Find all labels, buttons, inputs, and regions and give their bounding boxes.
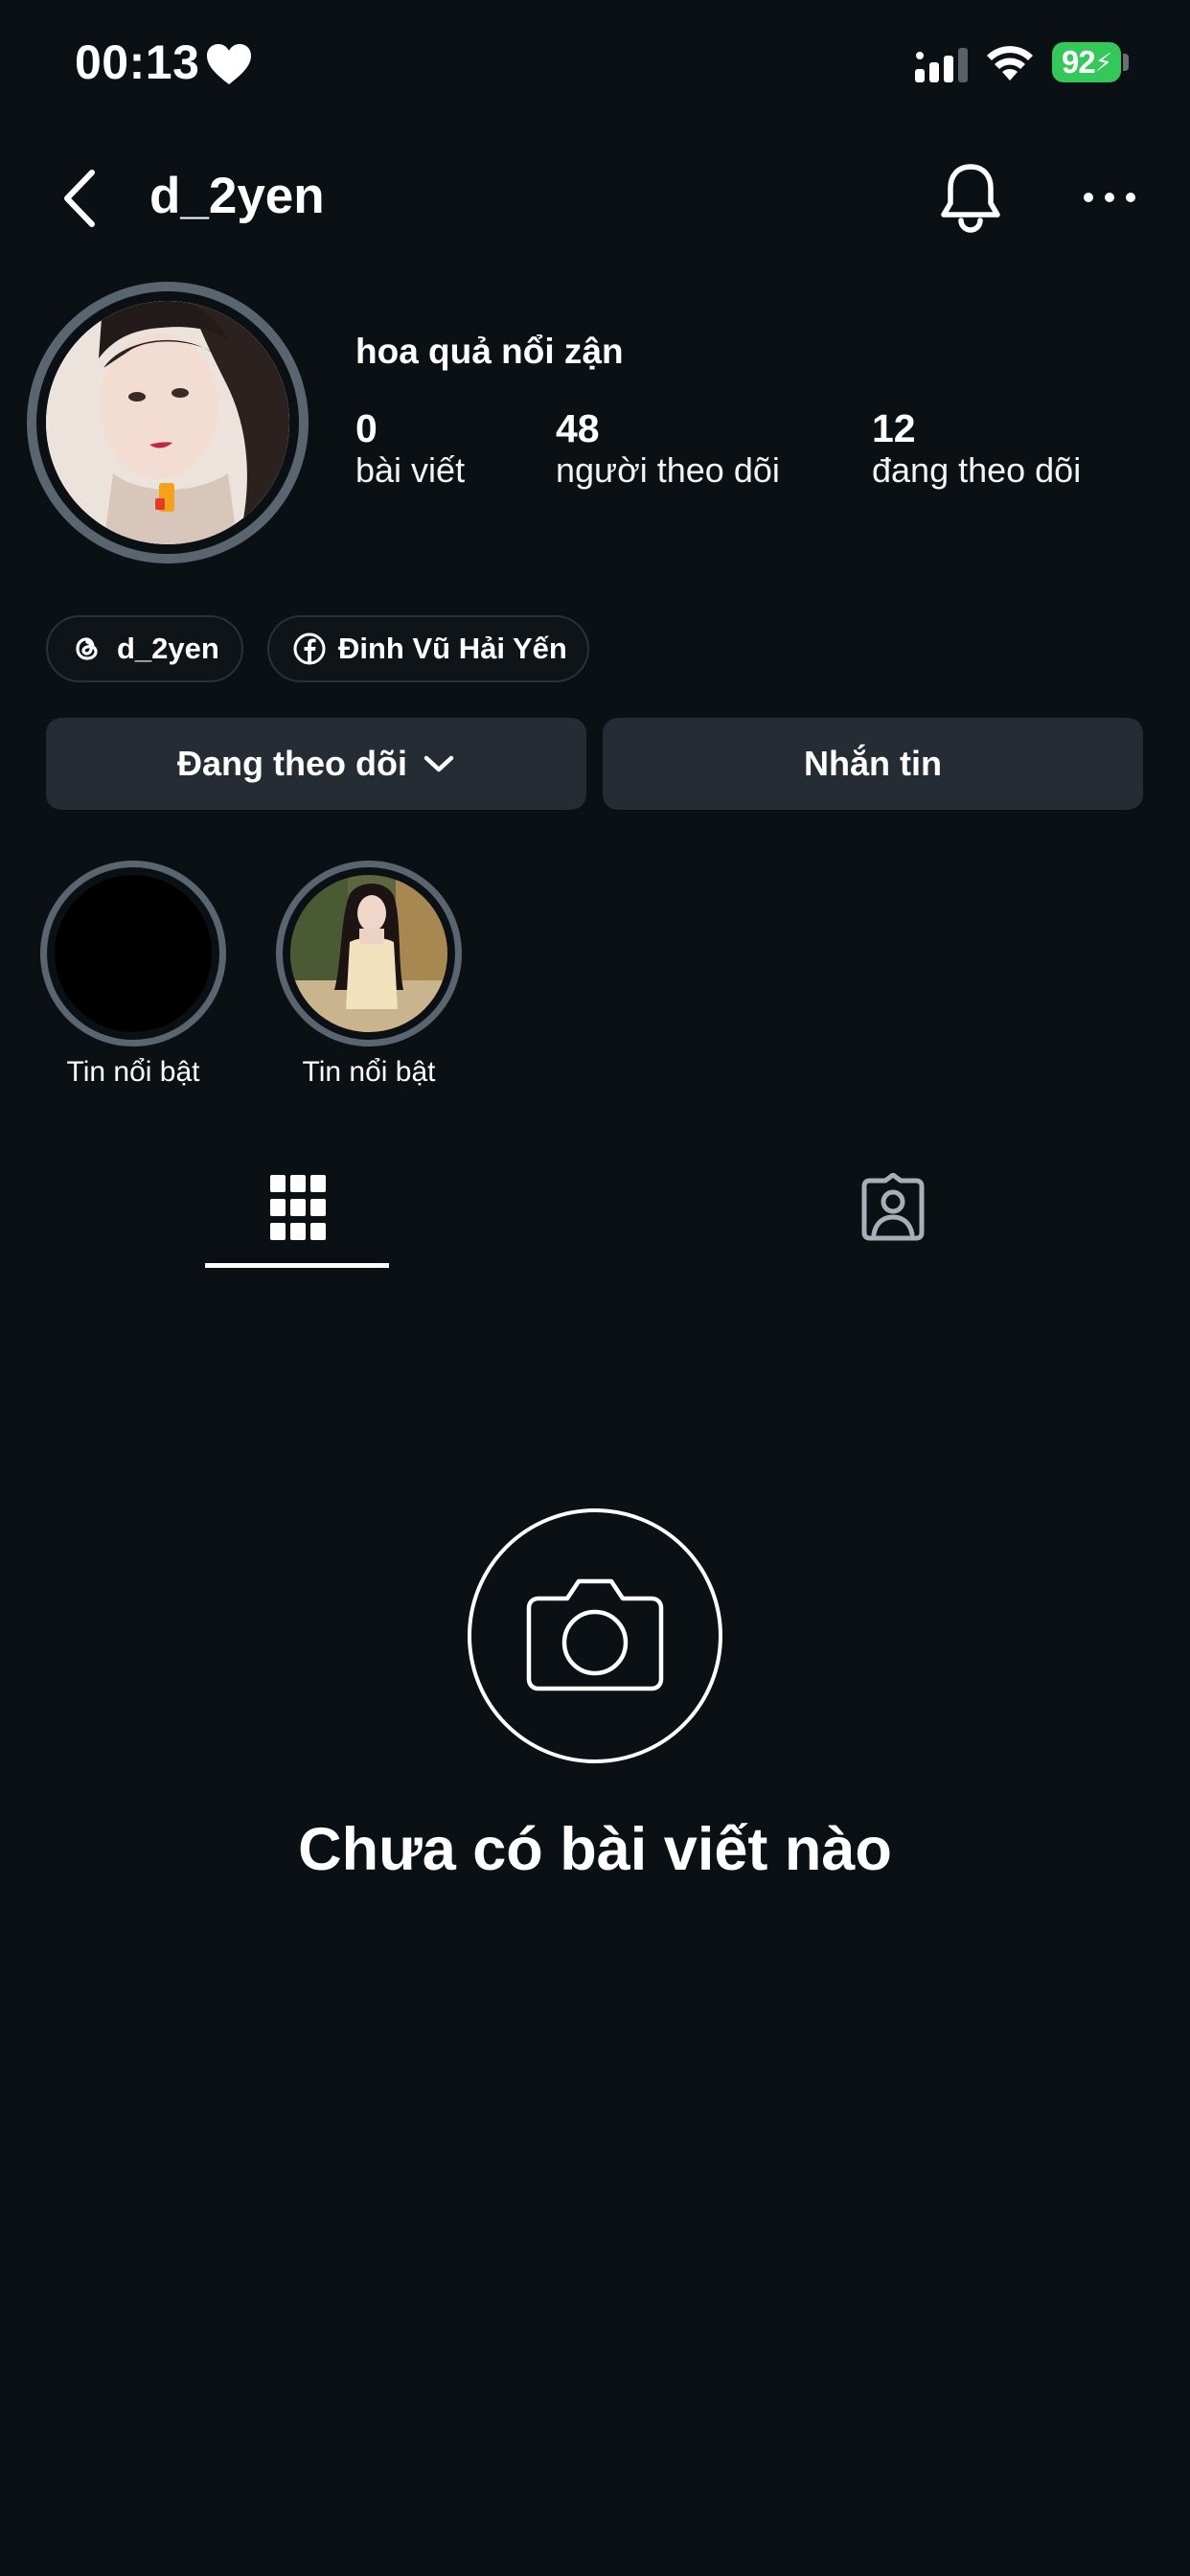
tagged-person-icon[interactable] xyxy=(860,1173,926,1242)
following-label[interactable]: đang theo dõi xyxy=(872,450,1081,491)
highlight-1-label: Tin nổi bật xyxy=(66,1056,200,1088)
highlight-1-cover[interactable] xyxy=(55,875,212,1032)
highlight-2-cover[interactable] xyxy=(290,875,447,1032)
status-time: 00:13 xyxy=(75,35,200,89)
back-chevron-icon[interactable] xyxy=(57,167,102,230)
message-button-label: Nhắn tin xyxy=(804,744,942,783)
battery-level: 92 xyxy=(1062,44,1096,80)
message-button[interactable]: Nhắn tin xyxy=(603,718,1143,810)
highlight-2-label: Tin nổi bật xyxy=(302,1056,436,1088)
threads-icon xyxy=(76,637,98,660)
posts-label: bài viết xyxy=(355,450,466,490)
avatar-photo xyxy=(46,301,289,544)
facebook-link-chip[interactable]: Đinh Vũ Hải Yến xyxy=(267,615,589,682)
followers-label[interactable]: người theo dõi xyxy=(556,450,780,491)
avatar[interactable] xyxy=(46,301,289,544)
posts-count: 0 xyxy=(355,406,378,450)
following-button[interactable]: Đang theo dõi xyxy=(46,718,586,810)
empty-state-title: Chưa có bài viết nào xyxy=(298,1816,892,1883)
profile-display-name: hoa quả nổi zận xyxy=(355,332,624,371)
battery-icon: 92 ⚡ xyxy=(1052,42,1121,82)
highlight-2-photo xyxy=(290,875,447,1032)
camera-icon xyxy=(526,1578,664,1691)
following-button-label: Đang theo dõi xyxy=(177,744,407,783)
battery-nub xyxy=(1123,54,1129,71)
bell-icon[interactable] xyxy=(937,161,1004,234)
cellular-signal-icon xyxy=(915,48,968,82)
more-dots-icon[interactable] xyxy=(1083,190,1136,205)
heart-icon xyxy=(207,44,251,84)
threads-link-chip[interactable]: d_2yen xyxy=(46,615,243,682)
facebook-link-label: Đinh Vũ Hải Yến xyxy=(338,632,567,665)
following-count[interactable]: 12 xyxy=(872,406,916,451)
threads-link-label: d_2yen xyxy=(117,632,219,665)
followers-count[interactable]: 48 xyxy=(556,406,600,451)
profile-username: d_2yen xyxy=(149,168,325,224)
facebook-icon xyxy=(293,632,326,665)
wifi-icon xyxy=(987,46,1033,80)
chevron-down-icon xyxy=(423,755,454,772)
grid-icon[interactable] xyxy=(270,1175,326,1240)
active-tab-indicator xyxy=(205,1263,389,1268)
